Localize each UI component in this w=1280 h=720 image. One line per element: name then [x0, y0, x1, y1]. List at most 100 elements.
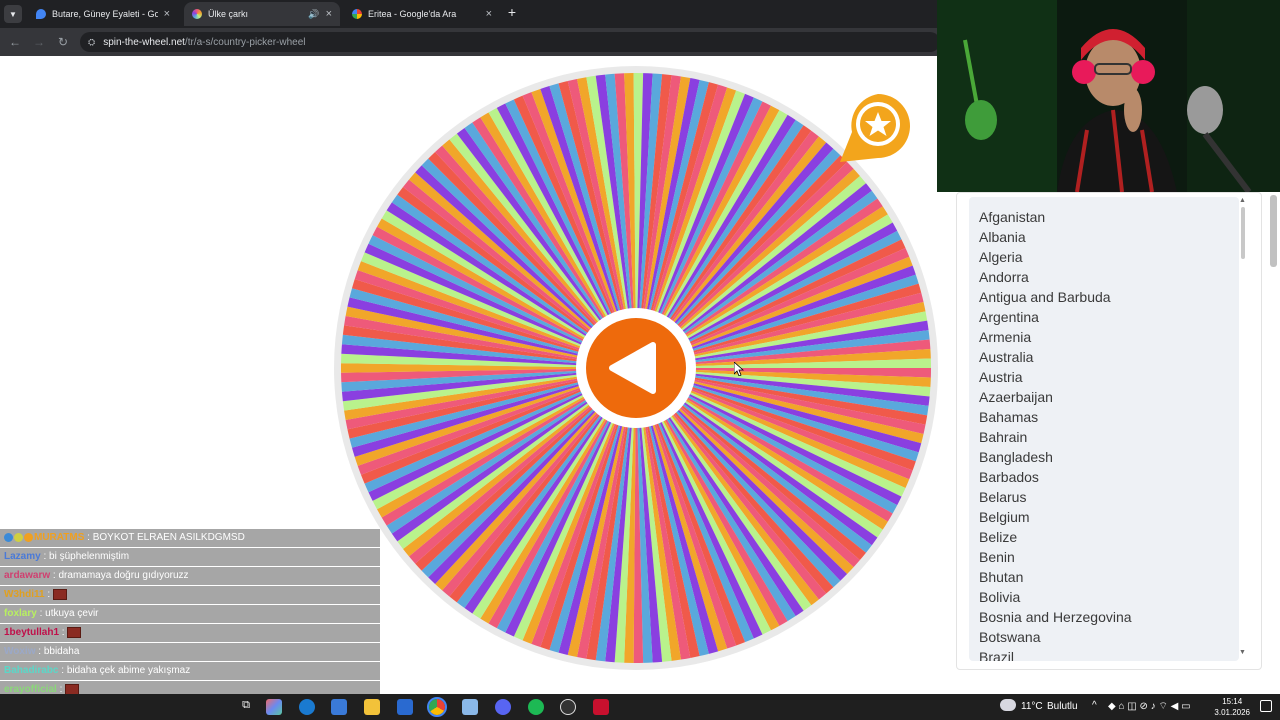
country-list-item: Austria: [979, 369, 1023, 385]
tab-ulke-carki[interactable]: Ülke çarkı 🔊 ×: [184, 2, 340, 26]
speaker-icon[interactable]: 🔊: [308, 9, 319, 20]
country-list-item: Belarus: [979, 489, 1027, 505]
site-info-icon[interactable]: ⛭: [88, 37, 95, 48]
country-list-item: Albania: [979, 229, 1026, 245]
url-path: /tr/a-s/country-picker-wheel: [184, 36, 306, 48]
chat-username: 1beytullah1: [4, 627, 60, 638]
weather-text[interactable]: Bulutlu: [1047, 701, 1078, 712]
forward-button[interactable]: →: [30, 33, 48, 51]
country-list-item: Algeria: [979, 249, 1023, 265]
country-list-item: Bangladesh: [979, 449, 1053, 465]
discord-icon[interactable]: [495, 699, 511, 715]
country-list-item: Barbados: [979, 469, 1039, 485]
notification-icon[interactable]: [1260, 700, 1272, 712]
chat-message: Lazamy : bi şüphelenmiştim: [0, 548, 380, 566]
chat-text: bi şüphelenmiştim: [49, 551, 130, 562]
weather-temp[interactable]: 11°C: [1021, 701, 1043, 712]
url-host: spin-the-wheel.net: [103, 36, 185, 48]
scroll-down-icon[interactable]: ▼: [1239, 649, 1246, 656]
country-list-item: Botswana: [979, 629, 1041, 645]
tab-title: Ülke çarkı: [208, 9, 249, 19]
list-scrollbar[interactable]: [1241, 207, 1245, 259]
tab-eritea-search[interactable]: Eritea - Google'da Ara ×: [344, 2, 500, 26]
stream-chat-overlay: MURATMS : BOYKOT ELRAEN ASILKDGMSD Lazamy…: [0, 529, 380, 720]
file-explorer-icon[interactable]: [364, 699, 380, 715]
streamer-webcam: [937, 0, 1280, 192]
country-list-item: Brazil: [979, 649, 1015, 661]
chat-separator: :: [36, 608, 46, 619]
tab-close-button[interactable]: ×: [326, 8, 332, 20]
screen: ▼ Butare, Güney Eyaleti - Google × Ülke …: [0, 0, 1280, 720]
country-list-item: Belgium: [979, 509, 1030, 525]
country-list-item: Azaerbaijan: [979, 389, 1053, 405]
forward-arrow-icon: →: [33, 35, 45, 49]
chat-message: ardawarw : dramamaya doğru gıdıyoruzz: [0, 567, 380, 585]
chat-username: ardawarw: [4, 570, 51, 581]
chat-text: BOYKOT ELRAEN ASILKDGMSD: [92, 532, 245, 543]
chat-message: MURATMS : BOYKOT ELRAEN ASILKDGMSD: [0, 529, 380, 547]
reload-icon: ↻: [57, 35, 69, 49]
tray-icons[interactable]: ◆ ⌂ ◫ ⊘ ♪ ⌔ ◀ ▭: [1108, 700, 1191, 713]
clock-date: 3.01.2026: [1214, 708, 1250, 717]
country-list-item: Argentina: [979, 309, 1039, 325]
chat-username: foxlary: [4, 608, 37, 619]
country-list-textarea[interactable]: Afganistan Albania Algeria Andorra Antigua a…: [969, 197, 1239, 661]
chevron-down-icon: ▼: [9, 9, 17, 19]
obs-icon[interactable]: [560, 699, 576, 715]
headphones-icon: [1072, 60, 1096, 84]
chat-text: dramamaya doğru gıdıyoruzz: [58, 570, 189, 581]
back-arrow-icon: ←: [9, 35, 21, 49]
country-list-item: Bahrain: [979, 429, 1028, 445]
country-list-item: Benin: [979, 549, 1015, 565]
tray-chevron-icon[interactable]: ^: [1092, 700, 1097, 711]
chat-text: bidaha çek abime yakışmaz: [66, 665, 191, 676]
copilot-icon[interactable]: [266, 699, 282, 715]
clock-time: 15:14: [1222, 697, 1243, 706]
country-list-item: Antigua and Barbuda: [979, 289, 1111, 305]
back-button[interactable]: ←: [6, 33, 24, 51]
chrome-icon[interactable]: [427, 697, 447, 717]
tab-close-button[interactable]: ×: [486, 8, 492, 20]
page-scrollbar[interactable]: [1270, 195, 1277, 267]
spotify-icon[interactable]: [528, 699, 544, 715]
mail-icon[interactable]: [397, 699, 413, 715]
wheel-pointer-pin: [840, 94, 910, 162]
chat-message: W3hdi11 :: [0, 586, 380, 604]
chat-username: W3hdi11: [4, 589, 45, 600]
chat-text: utkuya çevir: [45, 608, 99, 619]
tab-title: Butare, Güney Eyaleti - Google: [52, 9, 158, 19]
country-list-item: Bolivia: [979, 589, 1021, 605]
tab-search-button[interactable]: ▼: [4, 5, 22, 23]
scroll-up-icon[interactable]: ▲: [1239, 197, 1246, 204]
reload-button[interactable]: ↻: [54, 33, 72, 51]
chat-separator: :: [40, 551, 50, 562]
address-bar[interactable]: ⛭ spin-the-wheel.net/tr/a-s/country-pick…: [80, 32, 940, 52]
chat-message: Bahadirabc : bidaha çek abime yakışmaz: [0, 662, 380, 680]
wheel-icon: [192, 9, 202, 19]
edge-icon[interactable]: [299, 699, 315, 715]
map-pin-icon: [36, 9, 46, 19]
system-clock[interactable]: 15:14 3.01.2026: [1214, 696, 1250, 718]
tab-butare[interactable]: Butare, Güney Eyaleti - Google ×: [28, 2, 178, 26]
chat-separator: :: [84, 532, 93, 543]
store-icon[interactable]: [331, 699, 347, 715]
chat-username: MURATMS: [34, 532, 85, 543]
notepad-icon[interactable]: [462, 699, 478, 715]
chat-username: Woxiw: [4, 646, 36, 657]
country-list-item: Bosnia and Herzegovina: [979, 609, 1132, 625]
chat-emote-icon: [52, 588, 67, 600]
chat-text: bbidaha: [43, 646, 80, 657]
country-list: Afganistan Albania Algeria Andorra Antigua a…: [969, 197, 1239, 661]
chat-separator: :: [59, 627, 68, 638]
country-list-item: Bahamas: [979, 409, 1039, 425]
country-list-item: Australia: [979, 349, 1034, 365]
chat-message: Woxiw : bbidaha: [0, 643, 380, 661]
task-view-icon[interactable]: ⧉: [238, 699, 254, 715]
country-list-item: Belize: [979, 529, 1018, 545]
chat-separator: :: [58, 665, 67, 676]
chat-emote-icon: [67, 626, 82, 638]
voicemeeter-icon[interactable]: [593, 699, 609, 715]
new-tab-button[interactable]: +: [504, 4, 520, 20]
tab-close-button[interactable]: ×: [164, 8, 170, 20]
country-list-item: Afganistan: [979, 209, 1046, 225]
